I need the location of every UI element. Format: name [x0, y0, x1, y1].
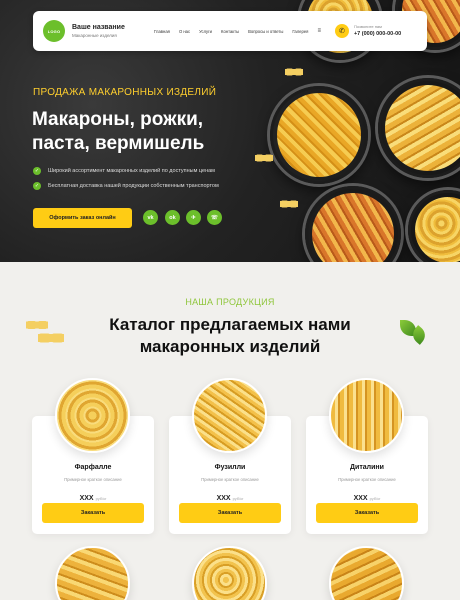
phone-number[interactable]: +7 (000) 000-00-00: [354, 30, 401, 38]
pasta-image: [329, 546, 404, 600]
farfalle-image: [55, 378, 130, 453]
whatsapp-icon[interactable]: ☏: [207, 210, 222, 225]
telegram-icon[interactable]: ✈: [186, 210, 201, 225]
brand-block: Ваше название Макаронные изделия: [72, 23, 142, 39]
price-unit: руб/кг: [369, 496, 381, 501]
fusilli-image: [192, 378, 267, 453]
check-icon: ✓: [33, 167, 41, 175]
check-icon: ✓: [33, 182, 41, 190]
order-button[interactable]: Заказать: [316, 503, 418, 523]
price-unit: руб/кг: [232, 496, 244, 501]
pasta-plate-image: [378, 78, 460, 178]
bowtie-pasta-decoration: [280, 198, 298, 210]
nav-item-services[interactable]: Услуги: [199, 29, 212, 34]
price-unit: руб/кг: [95, 496, 107, 501]
pasta-plate-image: [305, 186, 401, 262]
product-desc: Примерное краткое описание: [64, 477, 122, 482]
vk-icon[interactable]: vk: [143, 210, 158, 225]
bullet-text: Широкий ассортимент макаронных изделий п…: [48, 168, 215, 174]
price-value: XXX: [79, 495, 94, 502]
pasta-plate-image: [408, 190, 460, 262]
hero-section: LOGO Ваше название Макаронные изделия Гл…: [0, 0, 460, 262]
price-value: XXX: [353, 495, 368, 502]
price-value: XXX: [216, 495, 231, 502]
product-name: Фарфалле: [74, 464, 112, 471]
nav-item-home[interactable]: Главная: [154, 29, 170, 34]
pasta-plate-image: [270, 86, 368, 184]
main-nav: Главная О нас Услуги Контакты Вопросы и …: [154, 29, 308, 34]
product-name: Диталини: [350, 464, 384, 471]
pasta-image: [192, 546, 267, 600]
phone-icon[interactable]: ✆: [334, 24, 349, 38]
phone-block: Позвоните нам +7 (000) 000-00-00: [354, 24, 401, 38]
hero-eyebrow: ПРОДАЖА МАКАРОННЫХ ИЗДЕЛИЙ: [33, 87, 217, 98]
product-name: Фузилли: [214, 464, 246, 471]
catalog-title: Каталог предлагаемых нами макаронных изд…: [109, 315, 351, 356]
nav-item-faq[interactable]: Вопросы и ответы: [248, 29, 283, 34]
bullet-text: Бесплатная доставка нашей продукции собс…: [48, 183, 219, 189]
odnoklassniki-icon[interactable]: ok: [165, 210, 180, 225]
hero-bullet: ✓ Бесплатная доставка нашей продукции со…: [33, 182, 219, 190]
catalog-eyebrow: НАША ПРОДУКЦИЯ: [185, 297, 275, 307]
hero-bullet: ✓ Широкий ассортимент макаронных изделий…: [33, 167, 215, 175]
menu-icon[interactable]: ≡: [317, 28, 321, 34]
pasta-image: [55, 546, 130, 600]
brand-name: Ваше название: [72, 24, 125, 31]
order-online-button[interactable]: Оформить заказ онлайн: [33, 208, 132, 228]
nav-item-about[interactable]: О нас: [179, 29, 190, 34]
bowtie-pasta-decoration: [285, 66, 303, 78]
product-desc: Примерное краткое описание: [201, 477, 259, 482]
order-button[interactable]: Заказать: [179, 503, 281, 523]
brand-subtitle: Макаронные изделия: [72, 33, 117, 38]
order-button[interactable]: Заказать: [42, 503, 144, 523]
logo[interactable]: LOGO: [43, 20, 65, 42]
nav-item-gallery[interactable]: Галерея: [292, 29, 308, 34]
hero-title: Макароны, рожки, паста, вермишель: [32, 109, 205, 154]
bowtie-pasta-decoration: [38, 330, 64, 346]
nav-item-contacts[interactable]: Контакты: [221, 29, 239, 34]
product-desc: Примерное краткое описание: [338, 477, 396, 482]
site-header: LOGO Ваше название Макаронные изделия Гл…: [33, 11, 427, 51]
ditalini-image: [329, 378, 404, 453]
